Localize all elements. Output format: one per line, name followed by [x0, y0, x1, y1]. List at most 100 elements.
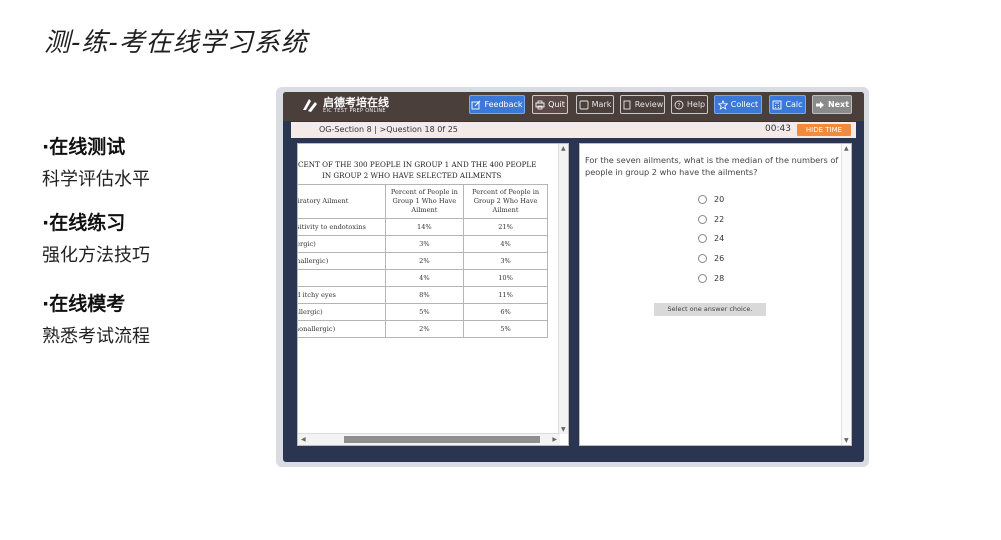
answer-choice[interactable]: 28	[698, 268, 724, 288]
choice-label: 28	[714, 273, 725, 283]
answer-choice[interactable]: 26	[698, 249, 724, 269]
help-icon: ?	[674, 100, 684, 109]
scroll-up-icon[interactable]: ▲	[561, 145, 566, 152]
feature-online-test: ·在线测试 科学评估水平	[42, 132, 150, 191]
radio-button[interactable]	[698, 195, 707, 205]
table-horizontal-scrollbar[interactable]: ◀ ▶	[298, 433, 560, 445]
answer-choice[interactable]: 24	[698, 229, 724, 249]
question-info-bar: OG-Section 8 | >Question 18 0f 25 00:43 …	[291, 122, 856, 138]
table-cell: 4%	[385, 269, 465, 287]
table-row: and itchy eyes 8% 11%	[298, 286, 548, 304]
answer-choices: 20 22 24 26 28	[698, 190, 724, 288]
table-row: ensitivity to endotoxins 14% 21%	[298, 218, 548, 236]
collect-button[interactable]: Collect	[714, 95, 762, 114]
page-title: 测-练-考在线学习系统	[44, 28, 308, 58]
table-cell: 3%	[463, 252, 548, 270]
mark-button[interactable]: Mark	[576, 95, 614, 114]
table-title-line1: CENT OF THE 300 PEOPLE IN GROUP 1 AND TH…	[298, 160, 537, 169]
logo-icon	[303, 99, 317, 112]
hide-time-button[interactable]: HIDE TIME	[797, 124, 851, 136]
column-header: Percent of People in Group 1 Who Have Ai…	[385, 184, 465, 219]
feature-heading: ·在线练习	[42, 212, 126, 234]
table-row: allergic) 3% 4%	[298, 235, 548, 253]
calc-button[interactable]: Calc	[769, 95, 806, 114]
scroll-right-icon[interactable]: ▶	[552, 436, 557, 443]
printer-icon	[535, 100, 545, 109]
scroll-down-icon[interactable]: ▼	[561, 426, 566, 433]
quit-button[interactable]: Quit	[532, 95, 568, 114]
radio-button[interactable]	[698, 273, 707, 283]
flag-icon	[579, 100, 589, 109]
table-cell: 21%	[463, 218, 548, 236]
table-cell: ensitivity to endotoxins	[298, 218, 386, 236]
choice-label: 26	[714, 254, 725, 264]
choice-label: 22	[714, 214, 725, 224]
table-cell: 5%	[385, 303, 465, 321]
calc-label: Calc	[785, 100, 803, 109]
next-button[interactable]: Next	[812, 95, 852, 114]
toolbar: 启德考培在线 EIC TEST PREP ONLINE Feedback Qui…	[283, 92, 864, 121]
answer-choice[interactable]: 22	[698, 210, 724, 230]
svg-text:?: ?	[677, 102, 680, 109]
question-scrollbar[interactable]: ▲ ▼	[841, 144, 851, 445]
arrow-right-icon	[815, 101, 824, 108]
timer: 00:43	[765, 124, 791, 134]
question-pane: For the seven ailments, what is the medi…	[579, 143, 852, 446]
table-row: 4% 10%	[298, 269, 548, 287]
quit-label: Quit	[548, 100, 565, 109]
table-cell: 3%	[385, 235, 465, 253]
feature-heading: ·在线模考	[42, 293, 126, 315]
feedback-label: Feedback	[484, 100, 523, 109]
edit-icon	[471, 100, 481, 109]
table-cell: 5%	[463, 320, 548, 338]
review-icon	[623, 100, 631, 109]
feature-subtitle: 熟悉考试流程	[42, 326, 150, 347]
collect-label: Collect	[730, 100, 759, 109]
review-button[interactable]: Review	[620, 95, 665, 114]
table-viewport: CENT OF THE 300 PEOPLE IN GROUP 1 AND TH…	[298, 144, 560, 434]
table-header-row: spiratory Ailment Percent of People in G…	[298, 184, 548, 219]
status-message: Select one answer choice.	[654, 303, 766, 316]
table-cell: 6%	[463, 303, 548, 321]
scroll-down-icon[interactable]: ▼	[844, 437, 849, 444]
feature-online-mock: ·在线模考 熟悉考试流程	[42, 289, 150, 348]
table-cell: allergic)	[298, 235, 386, 253]
column-header: Percent of People in Group 2 Who Have Ai…	[463, 184, 548, 219]
feedback-button[interactable]: Feedback	[469, 95, 525, 114]
answer-choice[interactable]: 20	[698, 190, 724, 210]
horizontal-scroll-thumb[interactable]	[344, 436, 540, 443]
radio-button[interactable]	[698, 214, 707, 224]
table-cell: 10%	[463, 269, 548, 287]
logo-chinese: 启德考培在线	[323, 95, 389, 109]
data-table-pane: CENT OF THE 300 PEOPLE IN GROUP 1 AND TH…	[297, 143, 569, 446]
logo: 启德考培在线 EIC TEST PREP ONLINE	[301, 96, 389, 114]
mark-label: Mark	[591, 100, 612, 109]
ailments-table: spiratory Ailment Percent of People in G…	[298, 184, 548, 338]
question-text: For the seven ailments, what is the medi…	[585, 155, 839, 177]
table-vertical-scrollbar[interactable]: ▲ ▼	[558, 144, 568, 434]
star-icon	[717, 99, 728, 110]
review-label: Review	[634, 100, 664, 109]
column-header: spiratory Ailment	[298, 184, 386, 219]
scroll-left-icon[interactable]: ◀	[301, 436, 306, 443]
choice-label: 24	[714, 234, 725, 244]
feature-subtitle: 科学评估水平	[42, 169, 150, 190]
feature-subtitle: 强化方法技巧	[42, 245, 150, 266]
table-cell	[298, 269, 386, 287]
radio-button[interactable]	[698, 234, 707, 244]
table-row: ; (nonallergic) 2% 5%	[298, 320, 548, 338]
table-row: ; (allergic) 5% 6%	[298, 303, 548, 321]
table-cell: ; (nonallergic)	[298, 320, 386, 338]
scroll-up-icon[interactable]: ▲	[844, 145, 849, 152]
table-cell: 11%	[463, 286, 548, 304]
table-cell: 2%	[385, 252, 465, 270]
table-cell: nonallergic)	[298, 252, 386, 270]
radio-button[interactable]	[698, 254, 707, 264]
table-cell: ; (allergic)	[298, 303, 386, 321]
help-label: Help	[686, 100, 706, 109]
help-button[interactable]: ? Help	[671, 95, 708, 114]
feature-heading: ·在线测试	[42, 136, 126, 158]
calculator-icon	[772, 100, 782, 109]
feature-online-practice: ·在线练习 强化方法技巧	[42, 208, 150, 267]
table-row: nonallergic) 2% 3%	[298, 252, 548, 270]
